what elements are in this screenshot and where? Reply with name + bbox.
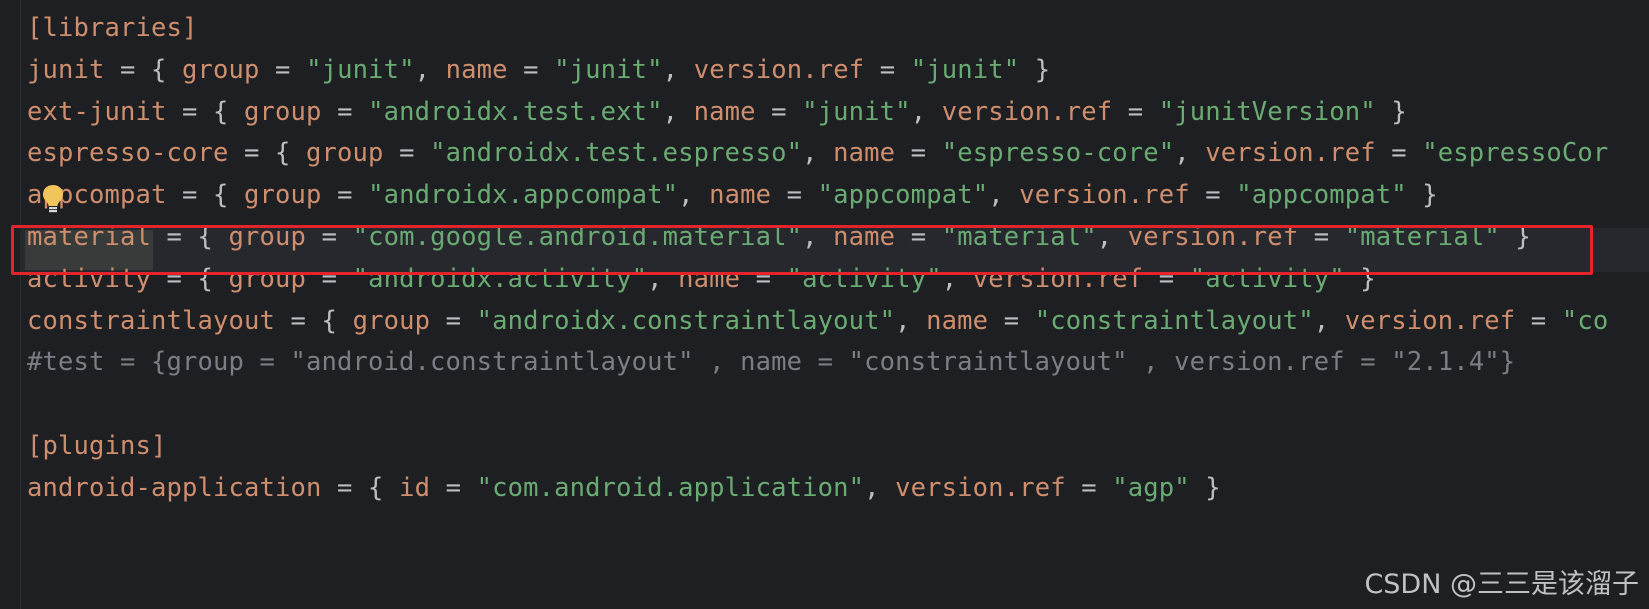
code-token: constraintlayout [27, 305, 276, 336]
code-token: , [678, 180, 710, 211]
code-line[interactable]: #test = {group = "android.constraintlayo… [27, 340, 1515, 384]
code-token: junit [27, 54, 105, 85]
code-token: name [709, 180, 772, 211]
code-token: = [1515, 305, 1562, 336]
code-token: , [988, 180, 1020, 211]
code-token: group [182, 54, 260, 85]
code-token: = { [166, 96, 245, 127]
code-token: , [662, 96, 694, 127]
code-token: "androidx.test.espresso" [430, 138, 803, 169]
code-token: "appcompat" [1236, 180, 1407, 211]
code-token: = { [104, 54, 183, 85]
code-token: version.ref [1344, 305, 1516, 336]
code-token: name [445, 54, 508, 85]
code-token: = [430, 305, 477, 336]
code-token: = [864, 54, 911, 85]
annotation-highlight-box [11, 225, 1593, 275]
code-token: id [399, 472, 431, 503]
code-token: version.ref [1019, 180, 1190, 211]
code-token: = { [166, 180, 245, 211]
code-token: espresso-core [27, 138, 229, 169]
code-token: version.ref [1205, 138, 1376, 169]
code-token: } [1406, 180, 1438, 211]
code-token: name [693, 96, 756, 127]
code-token: = [259, 54, 307, 85]
code-token: = { [228, 138, 307, 169]
code-token: = [1189, 180, 1237, 211]
code-token: "androidx.constraintlayout" [476, 305, 896, 336]
code-token: = [383, 138, 431, 169]
code-token: group [352, 305, 431, 336]
code-token: = [507, 54, 555, 85]
code-line[interactable]: junit = { group = "junit", name = "junit… [27, 48, 1050, 92]
code-token: group [244, 180, 322, 211]
code-token: group [244, 96, 322, 127]
code-token: , [910, 96, 942, 127]
code-token: android-application [27, 472, 322, 503]
code-token: [plugins] [27, 431, 167, 461]
code-token: "appcompat" [817, 180, 989, 211]
code-token: ext-junit [27, 96, 167, 127]
code-token: "com.android.application" [476, 472, 865, 503]
code-line[interactable]: android-application = { id = "com.androi… [27, 466, 1221, 510]
code-token: = [321, 96, 369, 127]
code-token: "espressoCor [1422, 138, 1609, 169]
code-token: = [321, 180, 369, 211]
code-token: #test = {group = "android.constraintlayo… [27, 347, 1516, 378]
code-token: "junitVersion" [1158, 96, 1376, 127]
code-token: = [771, 180, 818, 211]
lightbulb-icon[interactable] [41, 184, 65, 214]
code-line[interactable]: espresso-core = { group = "androidx.test… [27, 131, 1608, 175]
code-token: version.ref [693, 54, 865, 85]
code-token: , [864, 472, 896, 503]
code-token: = [430, 472, 477, 503]
code-token: , [1174, 138, 1206, 169]
code-token: = { [275, 305, 353, 336]
code-token: version.ref [895, 472, 1066, 503]
code-line[interactable]: ext-junit = { group = "androidx.test.ext… [27, 90, 1407, 134]
code-token: version.ref [941, 96, 1113, 127]
code-token: = [1112, 96, 1159, 127]
code-token: "junit" [910, 54, 1020, 85]
code-token: name [833, 138, 896, 169]
code-token: , [414, 54, 446, 85]
code-token: "junit" [306, 54, 415, 85]
code-line[interactable]: appcompat = { group = "androidx.appcompa… [27, 173, 1438, 217]
code-token: "androidx.appcompat" [368, 180, 679, 211]
code-token: = [1065, 472, 1113, 503]
code-token: "espresso-core" [941, 138, 1175, 169]
code-token: , [662, 54, 694, 85]
code-token: , [802, 138, 834, 169]
code-token: = [1375, 138, 1423, 169]
code-token: = [988, 305, 1035, 336]
code-token: = [895, 138, 942, 169]
code-editor[interactable]: [libraries] junit = { group = "junit", na… [0, 0, 1649, 609]
code-line[interactable]: [plugins] [27, 424, 167, 468]
code-token: [libraries] [27, 13, 198, 43]
code-token: "junit" [802, 96, 911, 127]
code-token: , [1313, 305, 1345, 336]
code-token: group [306, 138, 384, 169]
gutter-divider [20, 0, 21, 609]
code-token: "androidx.test.ext" [368, 96, 663, 127]
code-line[interactable]: constraintlayout = { group = "androidx.c… [27, 299, 1608, 343]
code-token: } [1189, 472, 1221, 503]
code-token: = [755, 96, 803, 127]
code-line[interactable]: [libraries] [27, 6, 198, 50]
code-token: "co [1561, 305, 1609, 336]
code-token: = { [321, 472, 400, 503]
code-token: } [1019, 54, 1051, 85]
watermark: CSDN @三三是该溜子 [1364, 569, 1639, 600]
code-token: , [895, 305, 927, 336]
code-token: "junit" [554, 54, 663, 85]
code-token: "agp" [1112, 472, 1190, 503]
code-token: name [926, 305, 989, 336]
code-token: "constraintlayout" [1034, 305, 1314, 336]
code-token: } [1375, 96, 1407, 127]
